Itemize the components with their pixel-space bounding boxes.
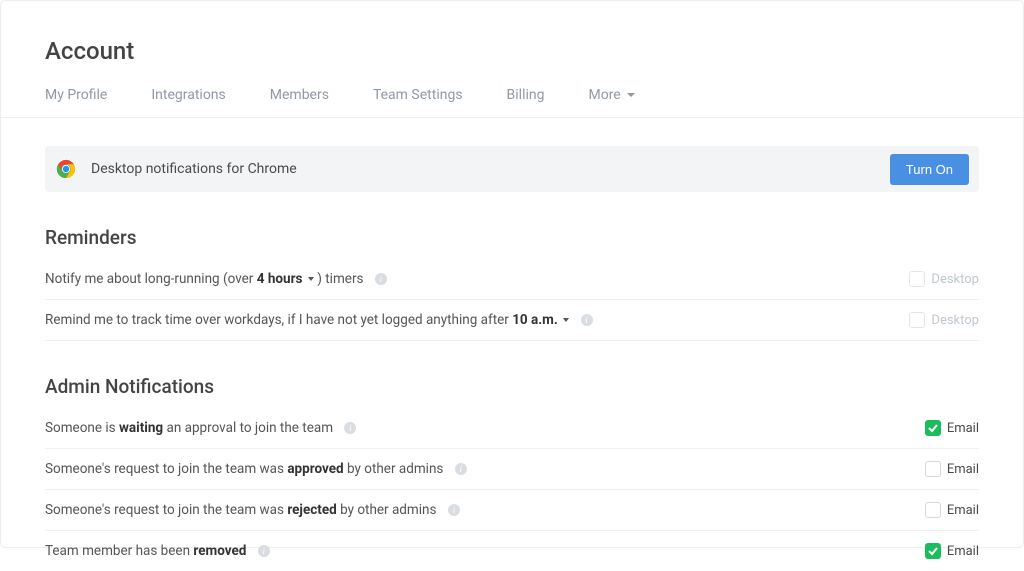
tab-team-settings[interactable]: Team Settings (373, 87, 463, 103)
tab-label: My Profile (45, 87, 107, 103)
tab-members[interactable]: Members (270, 87, 329, 103)
checkbox-label: Desktop (931, 313, 979, 328)
email-checkbox-wrap: Email (925, 543, 979, 559)
tab-my-profile[interactable]: My Profile (45, 87, 107, 103)
email-checkbox[interactable] (925, 502, 941, 518)
checkbox-label: Email (947, 503, 979, 518)
info-icon[interactable]: i (455, 463, 467, 475)
tab-label: Billing (507, 87, 545, 103)
reminder-row-long-running: Notify me about long-running (over 4 hou… (45, 259, 979, 300)
checkbox-label: Desktop (931, 272, 979, 287)
checkbox-label: Email (947, 462, 979, 477)
reminders-title: Reminders (45, 226, 979, 249)
tabs: My Profile Integrations Members Team Set… (1, 87, 1023, 118)
info-icon[interactable]: i (581, 314, 593, 326)
chrome-notification-banner: Desktop notifications for Chrome Turn On (45, 146, 979, 192)
chevron-down-icon (627, 93, 635, 97)
row-text: Notify me about long-running (over 4 hou… (45, 271, 387, 287)
tab-label: Integrations (151, 87, 225, 103)
checkbox-label: Email (947, 421, 979, 436)
email-checkbox-wrap: Email (925, 420, 979, 436)
chevron-down-icon (563, 318, 569, 322)
admin-row-rejected: Someone's request to join the team was r… (45, 490, 979, 531)
email-checkbox[interactable] (925, 461, 941, 477)
info-icon[interactable]: i (258, 545, 270, 557)
admin-row-approved: Someone's request to join the team was a… (45, 449, 979, 490)
desktop-checkbox[interactable] (909, 312, 925, 328)
tab-label: Team Settings (373, 87, 463, 103)
long-running-dropdown[interactable]: 4 hours (257, 271, 314, 287)
row-text: Team member has been removed i (45, 543, 270, 559)
email-checkbox[interactable] (925, 420, 941, 436)
row-text: Someone is waiting an approval to join t… (45, 420, 356, 436)
workdays-time-dropdown[interactable]: 10 a.m. (512, 312, 569, 328)
email-checkbox-wrap: Email (925, 461, 979, 477)
checkbox-label: Email (947, 544, 979, 559)
email-checkbox[interactable] (925, 543, 941, 559)
page-title: Account (45, 37, 979, 65)
chrome-icon (55, 158, 77, 180)
desktop-checkbox[interactable] (909, 271, 925, 287)
desktop-checkbox-wrap: Desktop (909, 271, 979, 287)
turn-on-button[interactable]: Turn On (890, 154, 969, 185)
tab-billing[interactable]: Billing (507, 87, 545, 103)
reminder-row-workdays: Remind me to track time over workdays, i… (45, 300, 979, 341)
row-text: Someone's request to join the team was a… (45, 461, 467, 477)
info-icon[interactable]: i (344, 422, 356, 434)
info-icon[interactable]: i (448, 504, 460, 516)
admin-notifications-title: Admin Notifications (45, 375, 979, 398)
row-text: Remind me to track time over workdays, i… (45, 312, 593, 328)
tab-integrations[interactable]: Integrations (151, 87, 225, 103)
account-page: Account My Profile Integrations Members … (0, 0, 1024, 548)
desktop-checkbox-wrap: Desktop (909, 312, 979, 328)
banner-text: Desktop notifications for Chrome (91, 161, 297, 177)
admin-row-waiting: Someone is waiting an approval to join t… (45, 408, 979, 449)
row-text: Someone's request to join the team was r… (45, 502, 460, 518)
admin-row-removed: Team member has been removed i Email (45, 531, 979, 571)
tab-label: More (588, 87, 620, 103)
tab-more[interactable]: More (588, 87, 634, 103)
email-checkbox-wrap: Email (925, 502, 979, 518)
tab-label: Members (270, 87, 329, 103)
info-icon[interactable]: i (375, 273, 387, 285)
